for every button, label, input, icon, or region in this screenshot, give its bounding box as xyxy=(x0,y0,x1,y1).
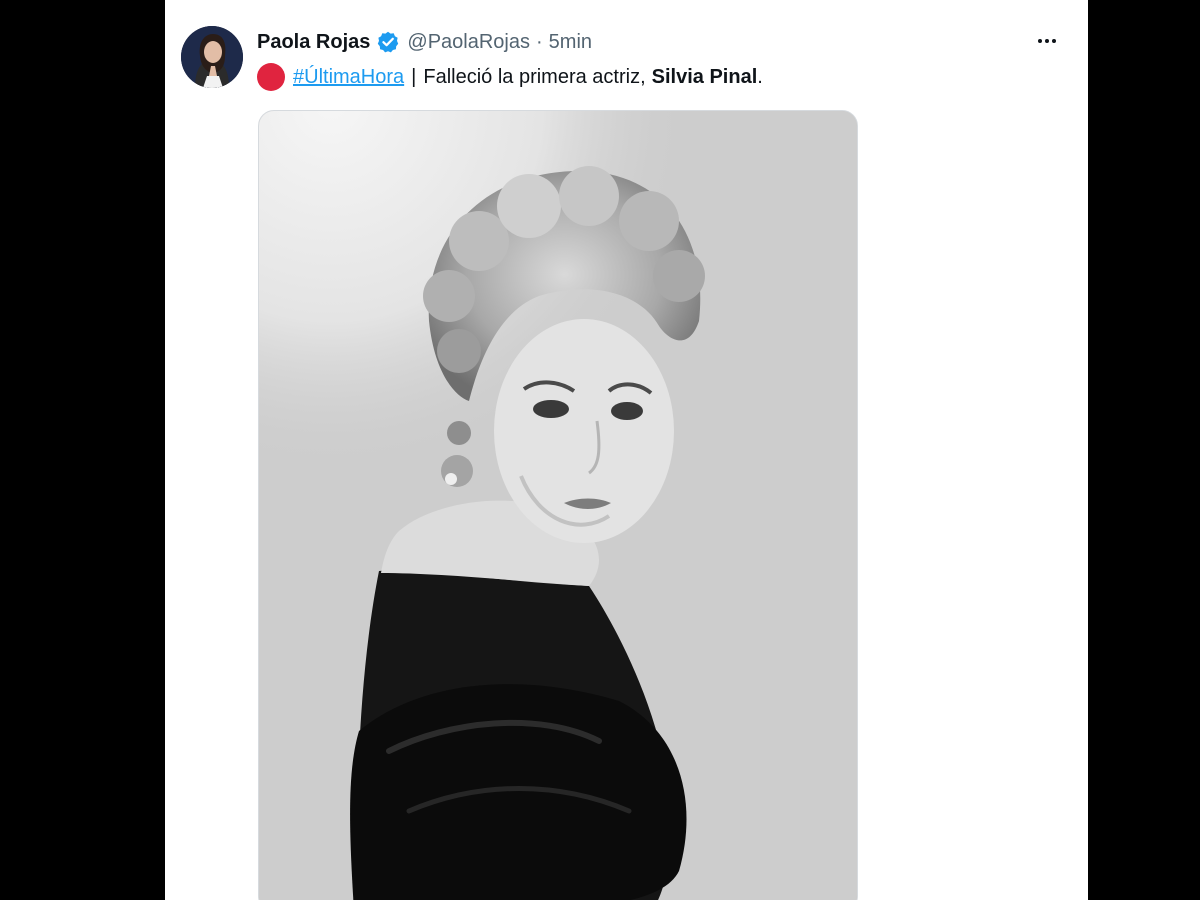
tweet-card: Paola Rojas @PaolaRojas · 5min #ÚltimaHo… xyxy=(165,0,1088,900)
more-options-icon[interactable] xyxy=(1032,28,1062,54)
author-avatar[interactable] xyxy=(181,26,243,88)
author-name[interactable]: Paola Rojas xyxy=(257,31,370,54)
tweet-text-bold: Silvia Pinal xyxy=(651,65,758,88)
meta-separator: · xyxy=(535,30,543,53)
tweet-timestamp[interactable]: 5min xyxy=(549,31,592,54)
verified-badge-icon xyxy=(377,31,399,53)
tweet-text-main: Falleció la primera actriz, xyxy=(423,65,646,88)
author-handle[interactable]: @PaolaRojas xyxy=(407,31,530,54)
red-circle-icon xyxy=(257,63,285,91)
tweet-header: Paola Rojas @PaolaRojas · 5min xyxy=(257,28,592,56)
tweet-photo[interactable] xyxy=(258,110,858,900)
text-divider: | xyxy=(411,65,417,88)
tweet-text: #ÚltimaHora | Falleció la primera actriz… xyxy=(257,62,763,92)
tweet-text-end: . xyxy=(757,65,763,88)
hashtag-link[interactable]: #ÚltimaHora xyxy=(293,66,404,89)
